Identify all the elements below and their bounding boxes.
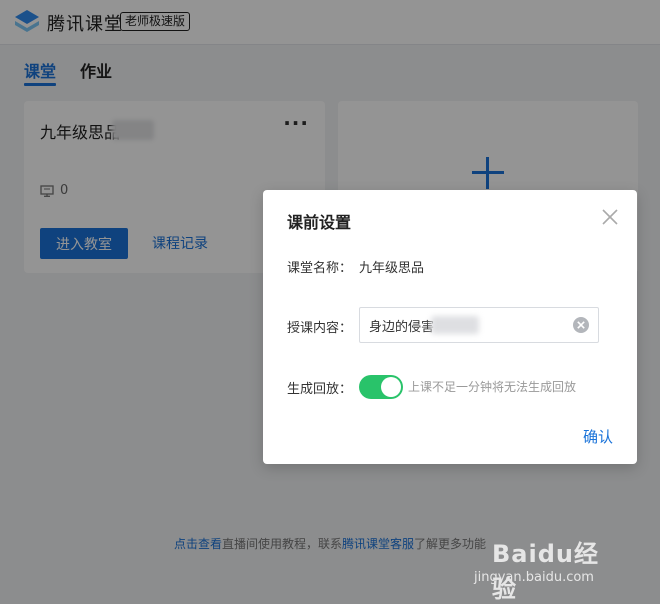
playback-label: 生成回放： bbox=[287, 382, 353, 397]
blur-mask bbox=[431, 316, 479, 334]
playback-hint: 上课不足一分钟将无法生成回放 bbox=[408, 380, 577, 394]
clear-input-icon[interactable] bbox=[572, 316, 590, 334]
watermark-url: jingyan.baidu.com bbox=[474, 570, 594, 585]
pre-class-settings-dialog: 课前设置 课堂名称： 九年级思品 授课内容： 生成回放： 上课不足一分钟将无法生… bbox=[263, 190, 637, 464]
content-input[interactable] bbox=[359, 307, 599, 343]
baidu-jingyan-watermark: Baidu经验 jingyan.baidu.com bbox=[474, 534, 622, 603]
content-label: 授课内容： bbox=[287, 321, 353, 336]
dialog-title: 课前设置 bbox=[287, 213, 352, 232]
toggle-knob bbox=[381, 377, 401, 397]
close-icon[interactable] bbox=[601, 208, 619, 226]
watermark-brand: Baidu经验 bbox=[492, 540, 599, 603]
confirm-button[interactable]: 确认 bbox=[583, 426, 613, 447]
class-name-label: 课堂名称： bbox=[287, 261, 353, 276]
playback-toggle[interactable] bbox=[359, 375, 403, 399]
class-name-value: 九年级思品 bbox=[359, 261, 425, 276]
